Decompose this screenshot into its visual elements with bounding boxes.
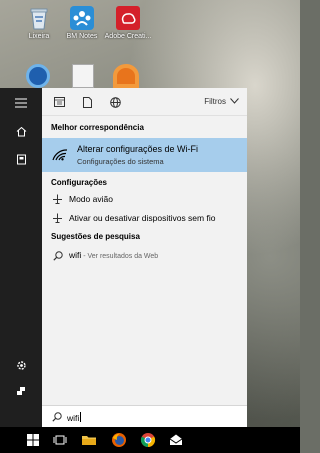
search-panel: Filtros Melhor correspondência Alterar c… <box>42 88 247 427</box>
filters-dropdown[interactable]: Filtros <box>204 97 239 106</box>
hamburger-menu-icon[interactable] <box>0 92 42 114</box>
settings-section-header: Configurações <box>51 178 108 187</box>
suggestion-term: wifi <box>69 250 82 260</box>
desktop-icon-label: BM Notes <box>66 33 98 40</box>
home-icon[interactable] <box>0 120 42 142</box>
task-view-icon[interactable] <box>52 432 68 448</box>
settings-result-airplane-mode[interactable]: Modo avião <box>42 190 247 209</box>
notebook-icon[interactable] <box>0 148 42 170</box>
feedback-icon[interactable] <box>0 380 42 402</box>
text-caret <box>80 412 82 422</box>
best-match-title: Alterar configurações de Wi-Fi <box>77 144 199 154</box>
settings-result-label: Modo avião <box>69 194 113 204</box>
web-filter-icon[interactable] <box>108 95 122 109</box>
settings-gear-icon[interactable] <box>0 354 42 376</box>
taskbar <box>0 427 300 453</box>
bm-notes-icon <box>69 5 95 31</box>
settings-result-label: Ativar ou desativar dispositivos sem fio <box>69 213 216 223</box>
desktop-icon-partial-3[interactable] <box>113 64 139 88</box>
firefox-icon[interactable] <box>111 432 127 448</box>
suggestion-detail: - Ver resultados da Web <box>81 253 159 260</box>
desktop-icon-label: Adobe Creati... <box>104 33 152 40</box>
best-match-header: Melhor correspondência <box>51 123 144 132</box>
mail-icon[interactable] <box>168 432 184 448</box>
filters-label: Filtros <box>204 97 226 106</box>
wifi-settings-icon <box>52 147 68 163</box>
desktop-icon-adobe[interactable]: Adobe Creati... <box>103 5 153 41</box>
desktop-icon-partial-1[interactable] <box>26 64 50 88</box>
desktop-icon-partial-2[interactable] <box>72 64 94 88</box>
search-box[interactable]: wifi <box>42 405 247 427</box>
recycle-bin-icon <box>26 5 52 31</box>
search-filter-bar: Filtros <box>42 88 247 116</box>
chevron-down-icon <box>230 97 239 106</box>
airplane-icon <box>52 213 63 224</box>
file-explorer-icon[interactable] <box>81 432 97 448</box>
airplane-icon <box>52 194 63 205</box>
settings-result-wireless-devices[interactable]: Ativar ou desativar dispositivos sem fio <box>42 209 247 228</box>
search-icon <box>52 250 63 261</box>
best-match-result[interactable]: Alterar configurações de Wi-Fi Configura… <box>42 138 247 172</box>
documents-filter-icon[interactable] <box>80 95 94 109</box>
start-left-rail <box>0 88 42 427</box>
desktop-icon-bm-notes[interactable]: BM Notes <box>57 5 107 41</box>
search-suggestions-header: Sugestões de pesquisa <box>51 232 140 241</box>
adobe-creative-cloud-icon <box>115 5 141 31</box>
chrome-icon[interactable] <box>140 432 156 448</box>
search-icon <box>52 412 62 424</box>
search-input[interactable]: wifi <box>67 413 79 423</box>
apps-filter-icon[interactable] <box>52 95 66 109</box>
best-match-subtitle: Configurações do sistema <box>77 157 164 166</box>
windows-start-icon[interactable] <box>25 432 41 448</box>
search-suggestion-item[interactable]: wifi - Ver resultados da Web <box>42 246 247 265</box>
